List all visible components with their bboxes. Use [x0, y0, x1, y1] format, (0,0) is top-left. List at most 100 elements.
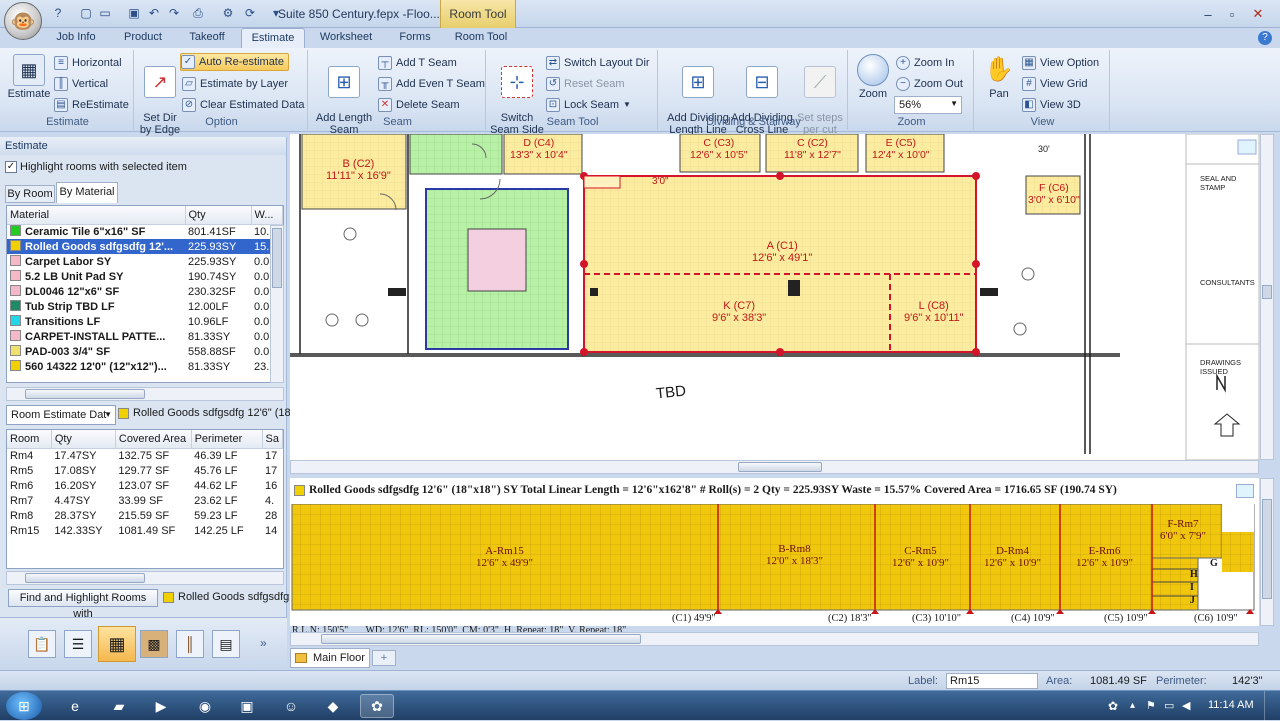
lock-seam-button[interactable]: ⊡ Lock Seam ▼ [546, 96, 631, 114]
zoom-out-button[interactable]: − Zoom Out [896, 75, 963, 93]
col-room[interactable]: Room [7, 430, 52, 449]
ie-icon[interactable]: e [58, 694, 92, 718]
undo-icon[interactable]: ↶ [146, 5, 162, 21]
material-row[interactable]: DL0046 12"x6" SF 230.32SF 0.0 [7, 284, 283, 299]
expand-chevron-icon[interactable]: » [260, 636, 267, 650]
material-row[interactable]: 560 14322 12'0" (12"x12")... 81.33SY 23. [7, 359, 283, 374]
zoom-button[interactable]: Zoom [852, 54, 894, 100]
material-row[interactable]: CARPET-INSTALL PATTE... 81.33SY 0.0 [7, 329, 283, 344]
material-row[interactable]: Ceramic Tile 6"x16" SF 801.41SF 10. [7, 224, 283, 239]
active-app-icon[interactable]: ✿ [360, 694, 394, 718]
tray-app-icon[interactable]: ✿ [1108, 699, 1118, 713]
room-row[interactable]: Rm5 17.08SY 129.77 SF 45.76 LF 17 [7, 463, 283, 478]
tab-worksheet[interactable]: Worksheet [314, 28, 378, 48]
material-row[interactable]: Transitions LF 10.96LF 0.0 [7, 314, 283, 329]
tab-room-tool[interactable]: Room Tool [448, 28, 514, 48]
col-sa[interactable]: Sa [262, 430, 283, 449]
material-row[interactable]: Carpet Labor SY 225.93SY 0.0 [7, 254, 283, 269]
material-row[interactable]: PAD-003 3/4" SF 558.88SF 0.0 [7, 344, 283, 359]
tab-takeoff[interactable]: Takeoff [178, 28, 236, 48]
find-highlight-rooms-button[interactable]: Find and Highlight Rooms with [8, 589, 158, 620]
roll-panel-icon[interactable] [1236, 484, 1254, 498]
zoom-level-select[interactable]: 56% ▼ [894, 96, 962, 114]
col-perimeter[interactable]: Perimeter [191, 430, 263, 449]
roll-hscroll[interactable] [290, 632, 1259, 646]
tab-by-material[interactable]: By Material [56, 182, 118, 203]
tab-by-room[interactable]: By Room [5, 185, 55, 203]
tab-forms[interactable]: Forms [390, 28, 440, 48]
monitor-icon[interactable]: ▭ [1164, 699, 1174, 712]
room-row[interactable]: Rm6 16.20SY 123.07 SF 44.62 LF 16 [7, 478, 283, 493]
drawing-vscroll[interactable] [1260, 134, 1274, 460]
material-row[interactable]: Rolled Goods sdfgsdfg 12'... 225.93SY 15. [7, 239, 283, 254]
scroll-thumb[interactable] [272, 228, 282, 288]
tab-estimate[interactable]: Estimate [241, 28, 305, 48]
table-icon[interactable]: ▤ [212, 630, 240, 658]
clipboard-icon[interactable]: 📋 [28, 630, 56, 658]
roll-vscroll[interactable] [1260, 478, 1274, 626]
start-button[interactable]: ⊞ [6, 692, 42, 720]
auto-reestimate-toggle[interactable]: ✓ Auto Re-estimate [180, 53, 289, 71]
delete-seam-button[interactable]: ✕ Delete Seam [378, 96, 460, 114]
estimate-by-layer-button[interactable]: ▱ Estimate by Layer [182, 75, 288, 93]
scroll-thumb[interactable] [738, 462, 822, 472]
scroll-thumb[interactable] [25, 573, 145, 583]
add-sheet-icon[interactable]: + [372, 650, 396, 666]
horizontal-button[interactable]: ≡ Horizontal [54, 54, 122, 72]
new-file-icon[interactable]: ▢ [78, 5, 94, 21]
refresh-icon[interactable]: ⟳ [242, 5, 258, 21]
material-row[interactable]: Tub Strip TBD LF 12.00LF 0.0 [7, 299, 283, 314]
reestimate-button[interactable]: ▤ ReEstimate [54, 96, 129, 114]
save-icon[interactable]: ▣ [126, 5, 142, 21]
sheet-tab-main-floor[interactable]: Main Floor [290, 648, 370, 668]
clear-estimated-data-button[interactable]: ⊘ Clear Estimated Data [182, 96, 305, 114]
col-material[interactable]: Material [7, 206, 186, 225]
scroll-thumb[interactable] [25, 389, 145, 399]
floor-plan-canvas[interactable]: B (C2) 11'11" x 16'9" D (C4) 13'3" x 10'4"… [290, 134, 1259, 460]
window-app-icon[interactable]: ▣ [230, 694, 264, 718]
chrome-icon[interactable]: ◉ [188, 694, 222, 718]
minimize-icon[interactable]: – [1198, 5, 1218, 23]
room-hscroll[interactable] [6, 571, 284, 585]
room-row[interactable]: Rm15 142.33SY 1081.49 SF 142.25 LF 14 [7, 523, 283, 538]
switch-layout-dir-button[interactable]: ⇄ Switch Layout Dir [546, 54, 650, 72]
settings-icon[interactable]: ⚙ [220, 5, 236, 21]
room-row[interactable]: Rm8 28.37SY 215.59 SF 59.23 LF 28 [7, 508, 283, 523]
redo-icon[interactable]: ↷ [166, 5, 182, 21]
close-icon[interactable]: ✕ [1248, 5, 1268, 23]
view-3d-button[interactable]: ◧ View 3D [1022, 96, 1081, 114]
col-room-qty[interactable]: Qty [51, 430, 116, 449]
drawing-hscroll[interactable] [290, 460, 1259, 474]
room-row[interactable]: Rm7 4.47SY 33.99 SF 23.62 LF 4. [7, 493, 283, 508]
material-row[interactable]: 5.2 LB Unit Pad SY 190.74SY 0.0 [7, 269, 283, 284]
estimate-tool-icon[interactable]: ▦ [98, 626, 136, 662]
maximize-icon[interactable]: ▫ [1222, 5, 1242, 23]
estimate-button[interactable]: ▦ Estimate [6, 54, 52, 100]
col-covered-area[interactable]: Covered Area [115, 430, 192, 449]
vertical-button[interactable]: ║ Vertical [54, 75, 108, 93]
view-option-button[interactable]: ▦ View Option [1022, 54, 1099, 72]
plank-icon[interactable]: ║ [176, 630, 204, 658]
reset-seam-button[interactable]: ↺ Reset Seam [546, 75, 625, 93]
tab-job-info[interactable]: Job Info [47, 28, 105, 48]
scroll-thumb[interactable] [1262, 499, 1272, 599]
volume-icon[interactable]: ◀ [1182, 699, 1190, 712]
scroll-thumb[interactable] [321, 634, 641, 644]
material-hscroll[interactable] [6, 387, 284, 401]
highlight-rooms-checkbox[interactable]: ✓ Highlight rooms with selected item [5, 161, 187, 173]
help-icon[interactable]: ? [1258, 31, 1272, 45]
open-folder-icon[interactable]: ▭ [97, 5, 113, 21]
folder-icon[interactable]: ▰ [102, 694, 136, 718]
col-qty[interactable]: Qty [185, 206, 252, 225]
zoom-in-button[interactable]: + Zoom In [896, 54, 954, 72]
scroll-thumb[interactable] [1262, 285, 1272, 299]
show-desktop-button[interactable] [1264, 691, 1280, 721]
pan-button[interactable]: ✋ Pan [978, 54, 1020, 101]
app-menu-button[interactable]: 🐵 [4, 2, 42, 40]
help-icon[interactable]: ? [50, 5, 66, 21]
material-vscroll[interactable] [270, 225, 284, 383]
tray-expand-icon[interactable]: ▴ [1130, 700, 1135, 711]
flag-icon[interactable]: ⚑ [1146, 699, 1156, 712]
pdf-icon[interactable]: ◆ [316, 694, 350, 718]
tab-product[interactable]: Product [114, 28, 172, 48]
